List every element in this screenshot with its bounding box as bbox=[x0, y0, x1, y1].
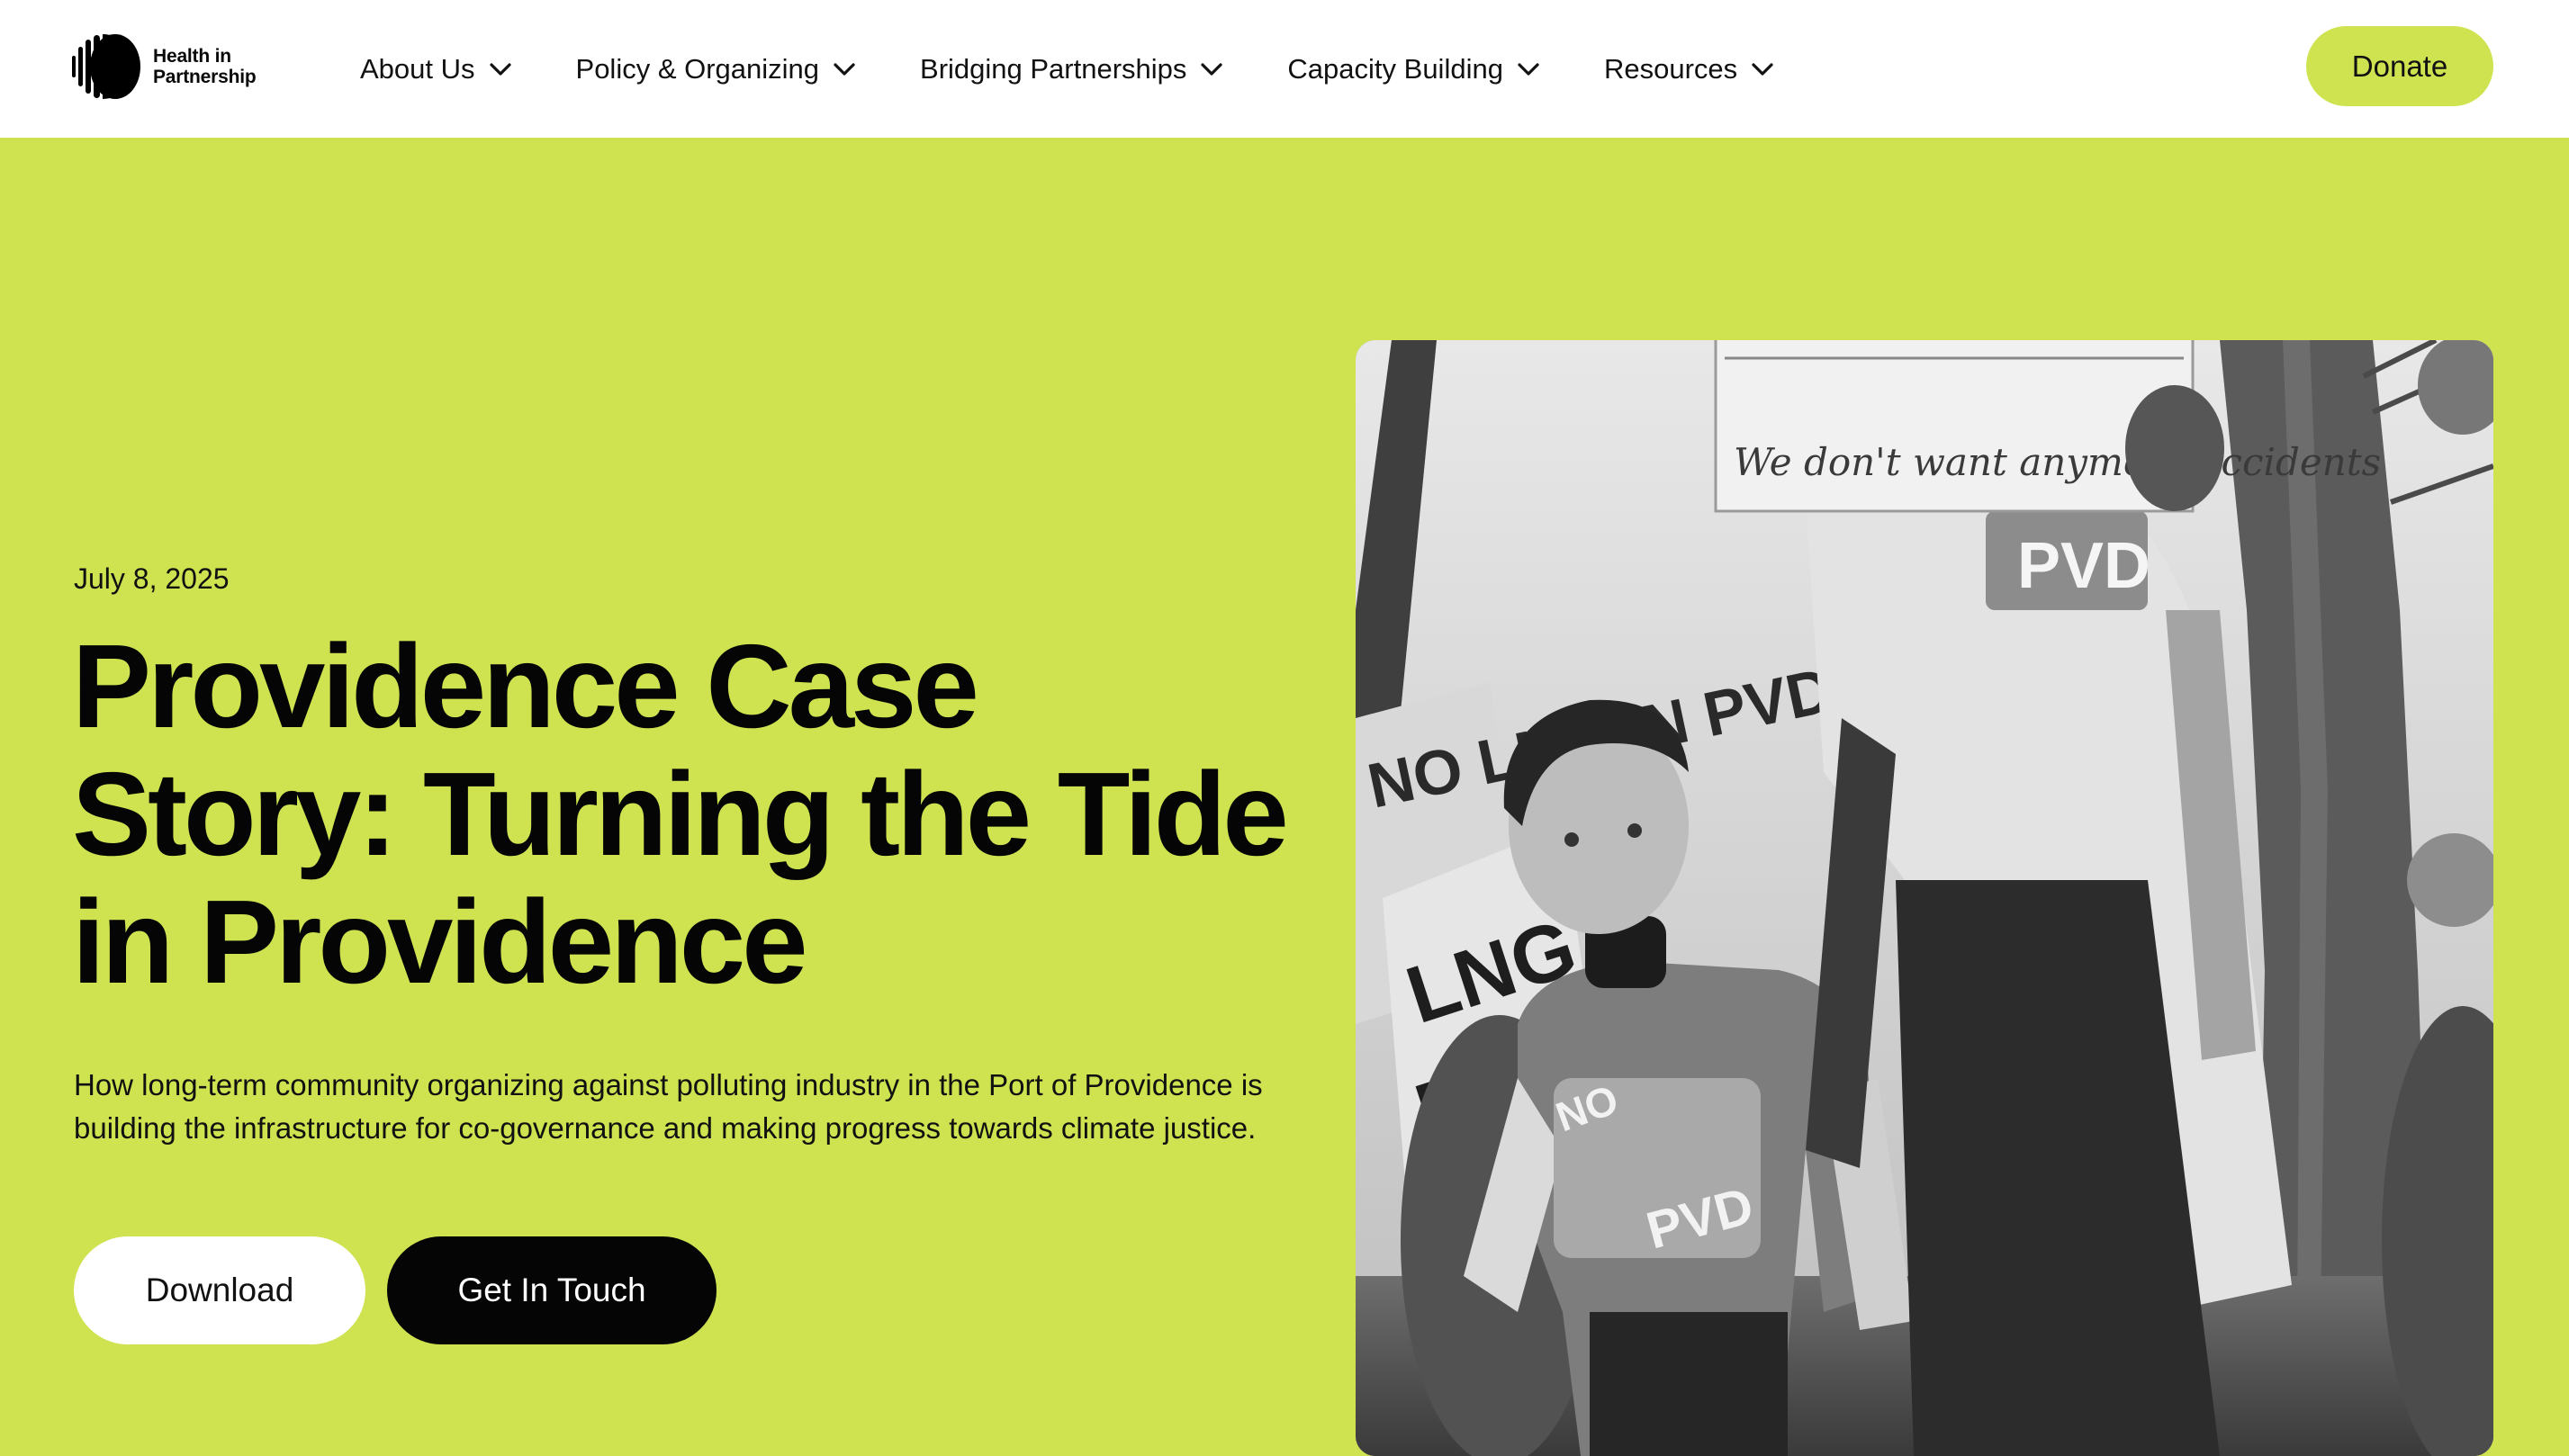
nav-label: Capacity Building bbox=[1287, 52, 1503, 85]
download-button[interactable]: Download bbox=[74, 1236, 365, 1344]
logo-mark-icon bbox=[72, 34, 140, 99]
nav-item-capacity-building[interactable]: Capacity Building bbox=[1287, 53, 1541, 85]
page-title: Providence Case Story: Turning the Tide … bbox=[72, 620, 1289, 1008]
shirt-text: PVD bbox=[2017, 530, 2150, 602]
main-nav: About Us Policy & Organizing Bridging Pa… bbox=[360, 0, 1838, 138]
logo-line-2: Partnership bbox=[153, 67, 257, 87]
chevron-down-icon bbox=[1752, 62, 1773, 76]
nav-label: About Us bbox=[360, 52, 475, 85]
nav-label: Policy & Organizing bbox=[575, 52, 820, 85]
logo-text: Health in Partnership bbox=[153, 46, 257, 87]
chevron-down-icon bbox=[834, 62, 855, 76]
donate-button[interactable]: Donate bbox=[2306, 26, 2493, 106]
nav-label: Resources bbox=[1603, 52, 1738, 85]
nav-label: Bridging Partnerships bbox=[920, 52, 1187, 85]
nav-item-about-us[interactable]: About Us bbox=[360, 53, 513, 85]
publish-date: July 8, 2025 bbox=[74, 562, 230, 595]
chevron-down-icon bbox=[1201, 62, 1223, 76]
logo-line-1: Health in bbox=[153, 46, 231, 67]
chevron-down-icon bbox=[489, 62, 511, 76]
nav-item-resources[interactable]: Resources bbox=[1604, 53, 1775, 85]
protest-photo-image: NO LNG IN PVD LNG PVD NO PVD PVD bbox=[1356, 340, 2493, 1456]
sign-text: We don't want anymore accidents bbox=[1734, 440, 2381, 484]
nav-item-policy-organizing[interactable]: Policy & Organizing bbox=[576, 53, 858, 85]
chevron-down-icon bbox=[1518, 62, 1539, 76]
site-header: Health in Partnership About Us Policy & … bbox=[0, 0, 2569, 138]
logo[interactable]: Health in Partnership bbox=[72, 32, 257, 101]
hero-photo: NO LNG IN PVD LNG PVD NO PVD PVD bbox=[1356, 340, 2493, 1456]
nav-item-bridging-partnerships[interactable]: Bridging Partnerships bbox=[920, 53, 1224, 85]
get-in-touch-button[interactable]: Get In Touch bbox=[387, 1236, 717, 1344]
page-description: How long-term community organizing again… bbox=[74, 1068, 1263, 1145]
